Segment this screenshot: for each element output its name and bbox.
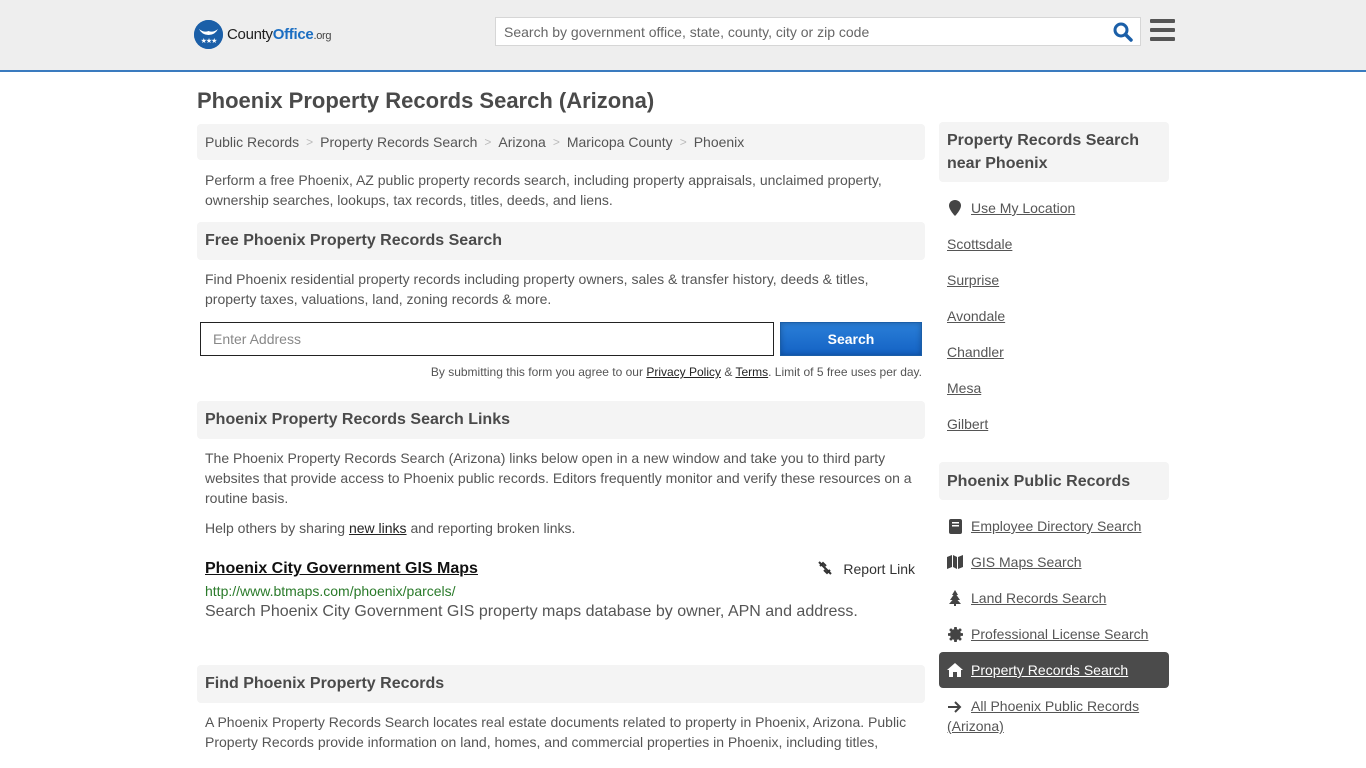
public-link-label[interactable]: Professional License Search (971, 626, 1148, 642)
home-icon (947, 662, 963, 678)
public-link-all-records[interactable]: All Phoenix Public Records (Arizona) (939, 688, 1169, 736)
links-intro-text: The Phoenix Property Records Search (Ari… (205, 450, 912, 506)
nearby-city-link[interactable]: Surprise (939, 262, 1169, 298)
link-item-description: Search Phoenix City Government GIS prope… (205, 603, 858, 620)
nearby-city-link[interactable]: Scottsdale (939, 226, 1169, 262)
breadcrumb-arizona[interactable]: Arizona (498, 134, 545, 150)
site-logo[interactable]: ★★★ CountyOffice.org (194, 20, 332, 49)
breadcrumb-separator: > (679, 135, 687, 149)
search-icon[interactable] (1112, 21, 1134, 43)
breadcrumb-property-records-search[interactable]: Property Records Search (320, 134, 477, 150)
use-my-location-link[interactable]: Use My Location (971, 200, 1075, 216)
new-links-link[interactable]: new links (349, 520, 407, 536)
top-header: ★★★ CountyOffice.org (0, 0, 1366, 72)
breadcrumb-separator: > (552, 135, 560, 149)
address-search-form: Search (197, 322, 925, 356)
terms-notice: By submitting this form you agree to our… (197, 365, 925, 379)
public-link-label[interactable]: GIS Maps Search (971, 554, 1082, 570)
help-prefix: Help others by sharing (205, 520, 349, 536)
use-my-location[interactable]: Use My Location (939, 190, 1169, 226)
link-item-title[interactable]: Phoenix City Government GIS Maps (205, 560, 478, 578)
find-records-heading: Find Phoenix Property Records (197, 665, 925, 703)
public-link-land-records[interactable]: Land Records Search (939, 580, 1169, 616)
public-link-label[interactable]: Land Records Search (971, 590, 1106, 606)
breadcrumb-separator: > (306, 135, 314, 149)
hamburger-menu-icon[interactable] (1150, 19, 1175, 41)
help-text: Help others by sharing new links and rep… (197, 518, 925, 538)
terms-prefix: By submitting this form you agree to our (430, 365, 647, 379)
nearby-city-link[interactable]: Avondale (939, 298, 1169, 334)
public-records-heading: Phoenix Public Records (939, 462, 1169, 500)
tree-icon (947, 590, 963, 606)
intro-text: Perform a free Phoenix, AZ public proper… (205, 172, 882, 208)
sidebar: Property Records Search near Phoenix Use… (939, 122, 1169, 736)
link-item: Phoenix City Government GIS Maps Report … (197, 558, 925, 621)
nearby-gilbert[interactable]: Gilbert (947, 416, 988, 432)
terms-suffix: . Limit of 5 free uses per day. (768, 365, 922, 379)
nearby-heading: Property Records Search near Phoenix (939, 122, 1169, 182)
nearby-mesa[interactable]: Mesa (947, 380, 981, 396)
public-link-gis-maps[interactable]: GIS Maps Search (939, 544, 1169, 580)
nearby-avondale[interactable]: Avondale (947, 308, 1005, 324)
map-marker-icon (947, 200, 963, 216)
link-item-url: http://www.btmaps.com/phoenix/parcels/ (205, 583, 456, 599)
broken-link-icon (817, 560, 833, 579)
eagle-logo-icon: ★★★ (194, 20, 223, 49)
nearby-city-link[interactable]: Gilbert (939, 406, 1169, 442)
site-search (495, 17, 1141, 46)
public-link-professional-license[interactable]: Professional License Search (939, 616, 1169, 652)
arrow-right-icon (947, 699, 963, 715)
public-link-label[interactable]: Property Records Search (971, 662, 1128, 678)
free-search-text: Find Phoenix residential property record… (205, 271, 869, 307)
free-search-heading: Free Phoenix Property Records Search (197, 222, 925, 260)
nearby-city-link[interactable]: Mesa (939, 370, 1169, 406)
report-link-label: Report Link (843, 561, 915, 577)
help-suffix: and reporting broken links. (406, 520, 576, 536)
logo-text: CountyOffice.org (227, 26, 332, 43)
privacy-policy-link[interactable]: Privacy Policy (646, 365, 721, 379)
breadcrumb-maricopa-county[interactable]: Maricopa County (567, 134, 673, 150)
book-icon (947, 518, 963, 534)
find-records-text: A Phoenix Property Records Search locate… (205, 714, 907, 750)
address-search-button[interactable]: Search (780, 322, 922, 356)
links-heading: Phoenix Property Records Search Links (197, 401, 925, 439)
main-content: Public Records > Property Records Search >… (197, 124, 925, 752)
breadcrumb: Public Records > Property Records Search >… (197, 124, 925, 160)
nearby-scottsdale[interactable]: Scottsdale (947, 236, 1012, 252)
terms-amp: & (721, 365, 736, 379)
breadcrumb-separator: > (484, 135, 492, 149)
nearby-city-link[interactable]: Chandler (939, 334, 1169, 370)
nearby-surprise[interactable]: Surprise (947, 272, 999, 288)
svg-text:★★★: ★★★ (201, 37, 218, 45)
breadcrumb-public-records[interactable]: Public Records (205, 134, 299, 150)
map-icon (947, 554, 963, 570)
address-input[interactable] (200, 322, 774, 356)
site-search-input[interactable] (496, 18, 1140, 45)
report-link-button[interactable]: Report Link (817, 560, 915, 579)
public-link-label[interactable]: Employee Directory Search (971, 518, 1141, 534)
public-link-employee-directory[interactable]: Employee Directory Search (939, 508, 1169, 544)
certificate-icon (947, 626, 963, 642)
page-title: Phoenix Property Records Search (Arizona… (197, 88, 655, 113)
public-link-property-records-active[interactable]: Property Records Search (939, 652, 1169, 688)
public-link-label[interactable]: All Phoenix Public Records (Arizona) (947, 698, 1139, 734)
nearby-chandler[interactable]: Chandler (947, 344, 1004, 360)
terms-link[interactable]: Terms (735, 365, 768, 379)
breadcrumb-phoenix[interactable]: Phoenix (694, 134, 745, 150)
